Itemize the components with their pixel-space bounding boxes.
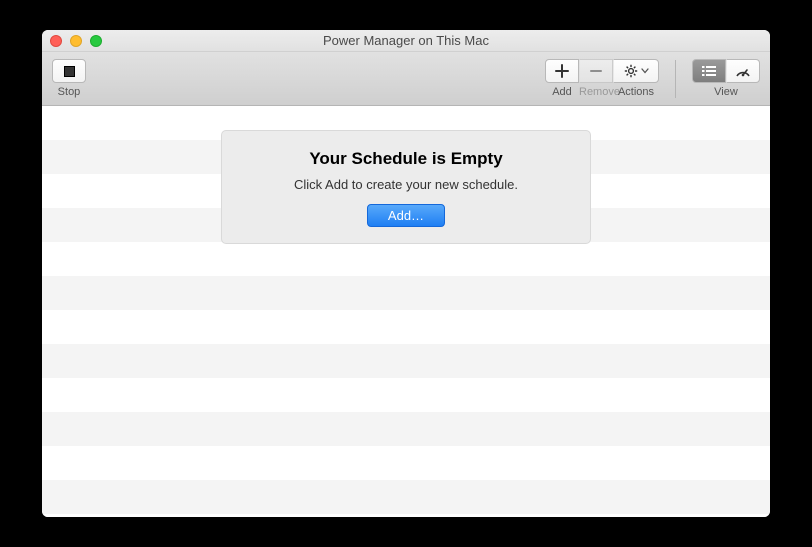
window-title: Power Manager on This Mac (323, 33, 489, 48)
stop-button-label: Stop (58, 86, 81, 98)
remove-button-label: Remove (579, 86, 613, 98)
stop-icon (64, 66, 75, 77)
gauge-icon (735, 64, 751, 78)
actions-button[interactable] (613, 59, 659, 83)
stop-button[interactable] (52, 59, 86, 83)
chevron-down-icon (641, 68, 649, 74)
add-button[interactable] (545, 59, 579, 83)
view-gauge-button[interactable] (726, 59, 760, 83)
titlebar: Power Manager on This Mac (42, 30, 770, 52)
plus-icon (555, 64, 569, 78)
actions-button-label: Actions (613, 86, 659, 98)
empty-state-subtitle: Click Add to create your new schedule. (236, 177, 576, 192)
gear-icon (624, 64, 638, 78)
view-list-button[interactable] (692, 59, 726, 83)
stop-group: Stop (52, 59, 86, 98)
toolbar: Stop (42, 52, 770, 106)
zoom-window-button[interactable] (90, 35, 102, 47)
view-group: View (692, 59, 760, 98)
add-button-label: Add (545, 86, 579, 98)
close-window-button[interactable] (50, 35, 62, 47)
empty-state-panel: Your Schedule is Empty Click Add to crea… (221, 130, 591, 244)
view-label: View (714, 86, 738, 98)
schedule-actions-group: Add Remove Actions (545, 59, 659, 98)
content-area: Your Schedule is Empty Click Add to crea… (42, 106, 770, 517)
list-icon (701, 65, 717, 77)
empty-state-title: Your Schedule is Empty (236, 149, 576, 169)
minimize-window-button[interactable] (70, 35, 82, 47)
empty-state-add-button[interactable]: Add… (367, 204, 445, 227)
traffic-lights (50, 35, 102, 47)
remove-button (579, 59, 613, 83)
minus-icon (589, 64, 603, 78)
app-window: Power Manager on This Mac Stop (42, 30, 770, 517)
toolbar-divider (675, 60, 676, 98)
